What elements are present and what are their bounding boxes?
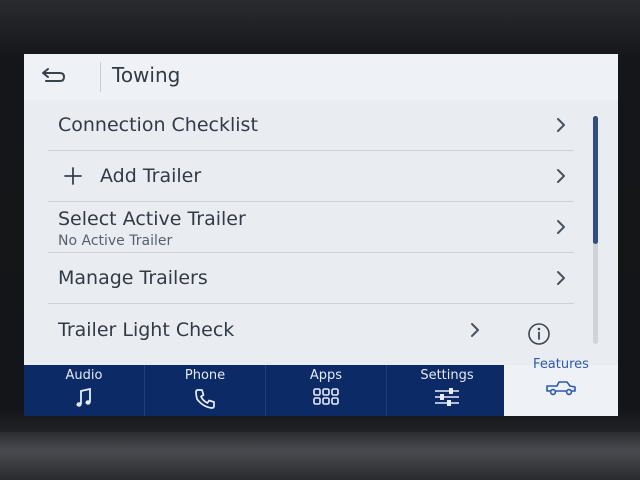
list-item-manage-trailers[interactable]: Manage Trailers	[48, 253, 574, 304]
nav-label: Audio	[65, 368, 103, 383]
chevron-right-icon	[557, 169, 565, 183]
list-scrollbar[interactable]	[593, 116, 598, 344]
bottom-navigation-bar: Audio Phone Apps Settings Features	[24, 357, 618, 416]
scroll-thumb[interactable]	[593, 116, 598, 244]
nav-label: Features	[533, 357, 589, 372]
music-note-icon	[76, 387, 91, 407]
list-item-label: Select Active Trailer	[58, 208, 246, 230]
list-item-label: Connection Checklist	[58, 114, 258, 136]
nav-features[interactable]: Features	[504, 357, 618, 416]
list-item-sublabel: No Active Trailer	[58, 233, 173, 249]
list-item-label: Manage Trailers	[58, 267, 208, 289]
header-bar: Towing	[24, 54, 618, 100]
nav-audio[interactable]: Audio	[24, 365, 145, 416]
bezel-trim	[0, 432, 640, 480]
chevron-right-icon	[557, 118, 565, 132]
sliders-icon	[435, 388, 459, 406]
list-item-label: Trailer Light Check	[58, 319, 235, 341]
list-item-connection-checklist[interactable]: Connection Checklist	[48, 100, 574, 151]
chevron-right-icon	[471, 323, 479, 337]
nav-apps[interactable]: Apps	[266, 365, 387, 416]
apps-grid-icon	[313, 388, 339, 405]
trailer-light-info-button[interactable]	[524, 319, 554, 349]
phone-icon	[195, 389, 215, 409]
list-item-add-trailer[interactable]: Add Trailer	[48, 151, 574, 202]
infotainment-screen: Towing Connection Checklist Add Trailer …	[24, 54, 618, 416]
chevron-right-icon	[557, 220, 565, 234]
list-item-trailer-light-check[interactable]: Trailer Light Check	[48, 305, 488, 355]
list-item-select-active-trailer[interactable]: Select Active Trailer No Active Trailer	[48, 202, 574, 253]
nav-label: Phone	[184, 368, 226, 383]
back-button[interactable]	[38, 62, 98, 92]
nav-phone[interactable]: Phone	[145, 365, 266, 416]
info-icon	[528, 323, 550, 345]
plus-icon	[64, 167, 82, 185]
nav-label: Apps	[309, 368, 343, 383]
header-divider	[100, 62, 101, 92]
truck-icon	[546, 381, 576, 396]
page-title: Towing	[112, 63, 181, 87]
chevron-right-icon	[557, 271, 565, 285]
nav-label: Settings	[420, 368, 474, 383]
nav-settings[interactable]: Settings	[387, 365, 508, 416]
list-item-label: Add Trailer	[100, 165, 202, 187]
back-arrow-icon	[42, 68, 66, 82]
